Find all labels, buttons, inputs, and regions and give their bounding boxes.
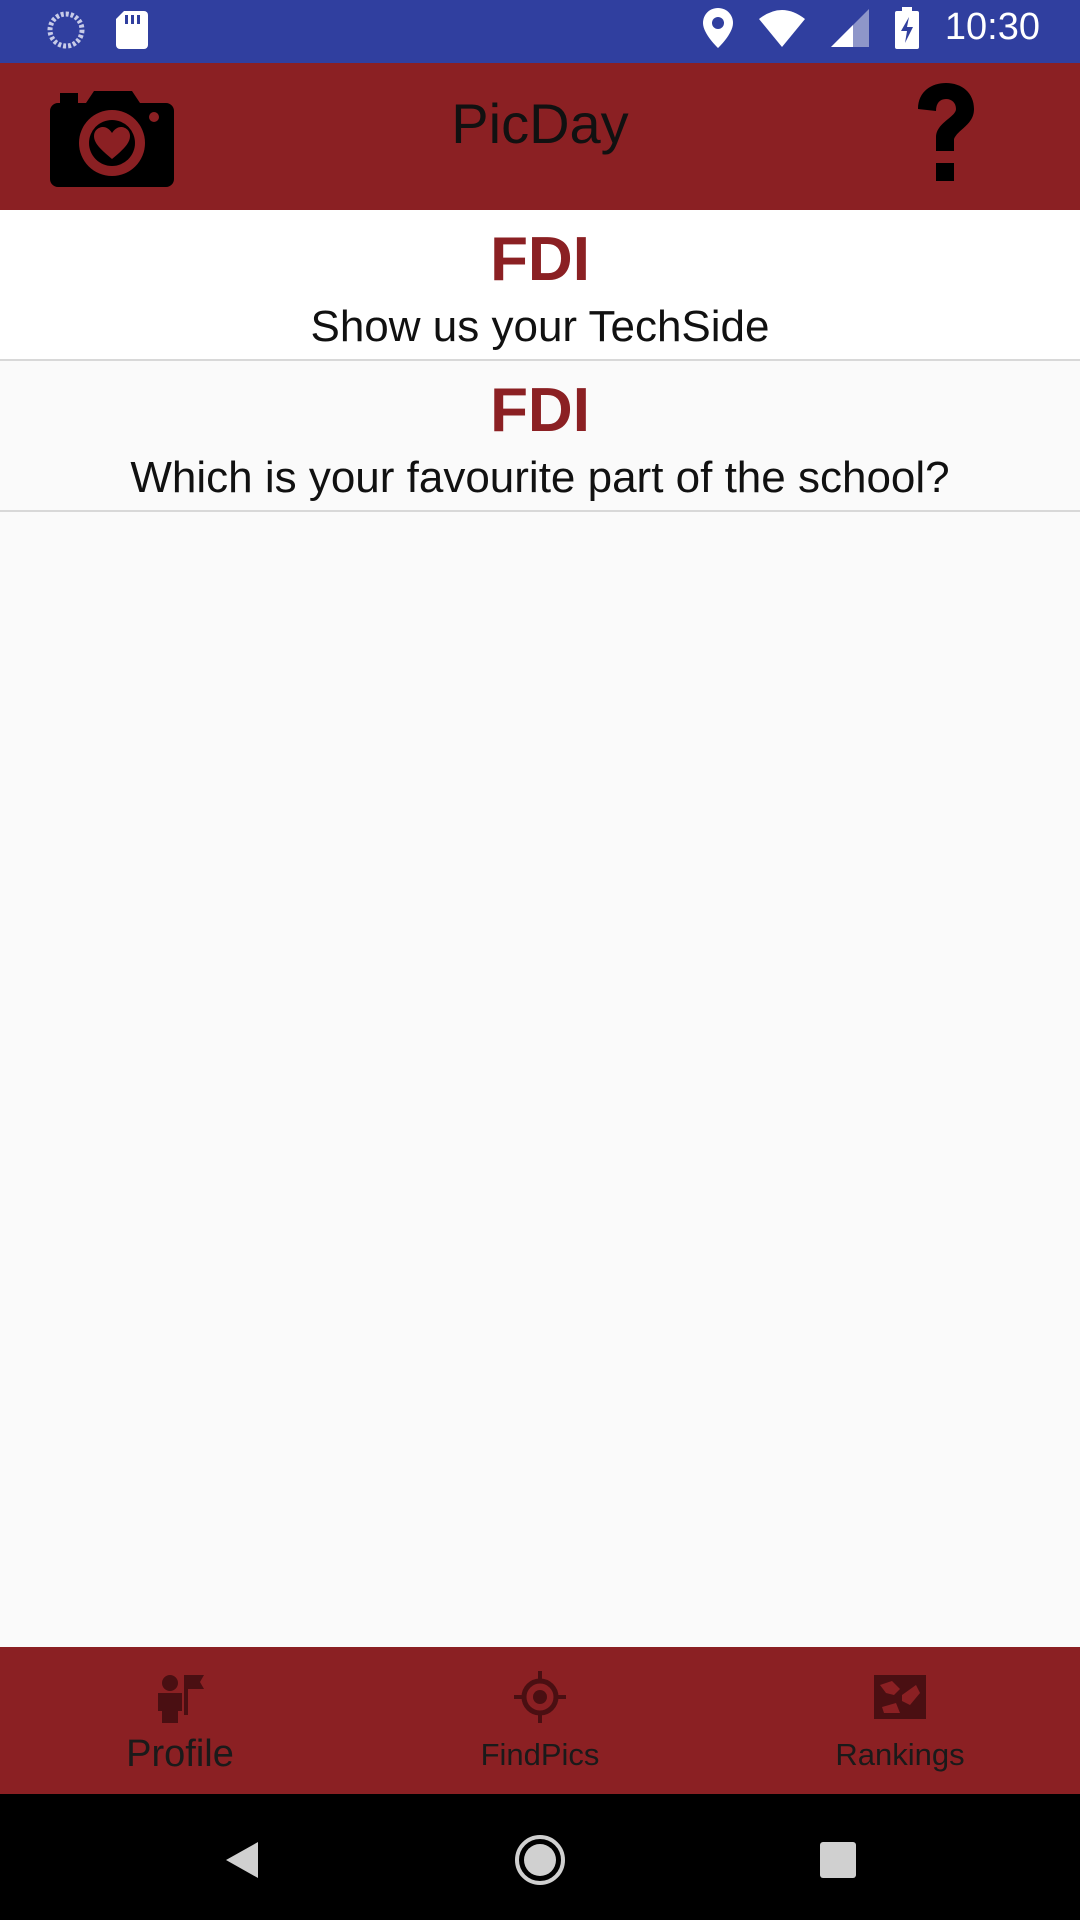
list-item[interactable]: FDI Show us your TechSide: [0, 210, 1080, 361]
challenge-name: FDI: [490, 225, 590, 294]
signal-icon: [830, 8, 869, 47]
bottom-navigation: Profile FindPics Rankings: [0, 1647, 1080, 1794]
nav-label-findpics: FindPics: [480, 1737, 600, 1772]
battery-charging-icon: [894, 6, 919, 49]
nav-label-profile: Profile: [126, 1733, 234, 1775]
app-bar: PicDay: [0, 63, 1080, 210]
help-question-icon: [918, 83, 974, 181]
challenge-list: FDI Show us your TechSide FDI Which is y…: [0, 210, 1080, 512]
back-icon: [226, 1842, 258, 1878]
nav-item-rankings[interactable]: Rankings: [720, 1647, 1080, 1794]
crosshair-icon: [514, 1671, 566, 1723]
home-button[interactable]: [510, 1830, 570, 1890]
challenge-name: FDI: [490, 376, 590, 445]
sd-card-icon: [116, 11, 148, 49]
wifi-icon: [758, 9, 805, 47]
nav-label-rankings: Rankings: [835, 1737, 965, 1772]
challenge-question: Show us your TechSide: [310, 302, 770, 351]
status-bar: 10:30: [0, 0, 1080, 63]
help-button[interactable]: [910, 81, 980, 191]
rankings-image-icon: [874, 1675, 926, 1719]
clock: 10:30: [944, 6, 1040, 48]
system-navigation-bar: [0, 1794, 1080, 1920]
profile-icon: [158, 1675, 204, 1723]
sync-icon: [47, 11, 85, 49]
location-icon: [702, 7, 733, 48]
nav-item-findpics[interactable]: FindPics: [360, 1647, 720, 1794]
list-item[interactable]: FDI Which is your favourite part of the …: [0, 361, 1080, 512]
back-button[interactable]: [212, 1830, 272, 1890]
recents-button[interactable]: [808, 1830, 868, 1890]
recents-icon: [820, 1842, 856, 1878]
nav-item-profile[interactable]: Profile: [0, 1647, 360, 1794]
home-icon: [515, 1835, 565, 1885]
challenge-question: Which is your favourite part of the scho…: [130, 453, 950, 502]
